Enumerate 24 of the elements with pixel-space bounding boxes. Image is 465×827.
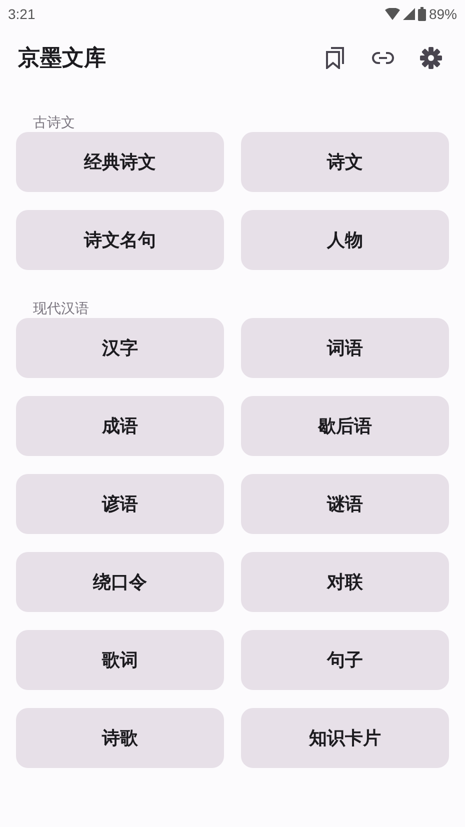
category-button[interactable]: 知识卡片 — [241, 708, 449, 768]
category-button[interactable]: 经典诗文 — [16, 132, 224, 192]
status-time: 3:21 — [8, 6, 36, 22]
battery-level: 89% — [428, 6, 457, 22]
category-button[interactable]: 诗文 — [241, 132, 449, 192]
category-button[interactable]: 诗歌 — [16, 708, 224, 768]
category-button[interactable]: 谜语 — [241, 474, 449, 534]
category-button[interactable]: 绕口令 — [16, 552, 224, 612]
category-button[interactable]: 诗文名句 — [16, 210, 224, 270]
app-title: 京墨文库 — [18, 44, 107, 72]
category-button[interactable]: 歌词 — [16, 630, 224, 690]
category-button[interactable]: 汉字 — [16, 318, 224, 378]
category-button[interactable]: 人物 — [241, 210, 449, 270]
category-button[interactable]: 句子 — [241, 630, 449, 690]
section-header: 古诗文 — [33, 114, 75, 132]
signal-icon — [402, 8, 415, 20]
category-button[interactable]: 成语 — [16, 396, 224, 456]
category-button[interactable]: 谚语 — [16, 474, 224, 534]
section-header: 现代汉语 — [33, 300, 89, 318]
category-button[interactable]: 对联 — [241, 552, 449, 612]
battery-icon — [418, 7, 426, 21]
wifi-icon — [384, 8, 400, 20]
category-button[interactable]: 歇后语 — [241, 396, 449, 456]
category-button[interactable]: 词语 — [241, 318, 449, 378]
